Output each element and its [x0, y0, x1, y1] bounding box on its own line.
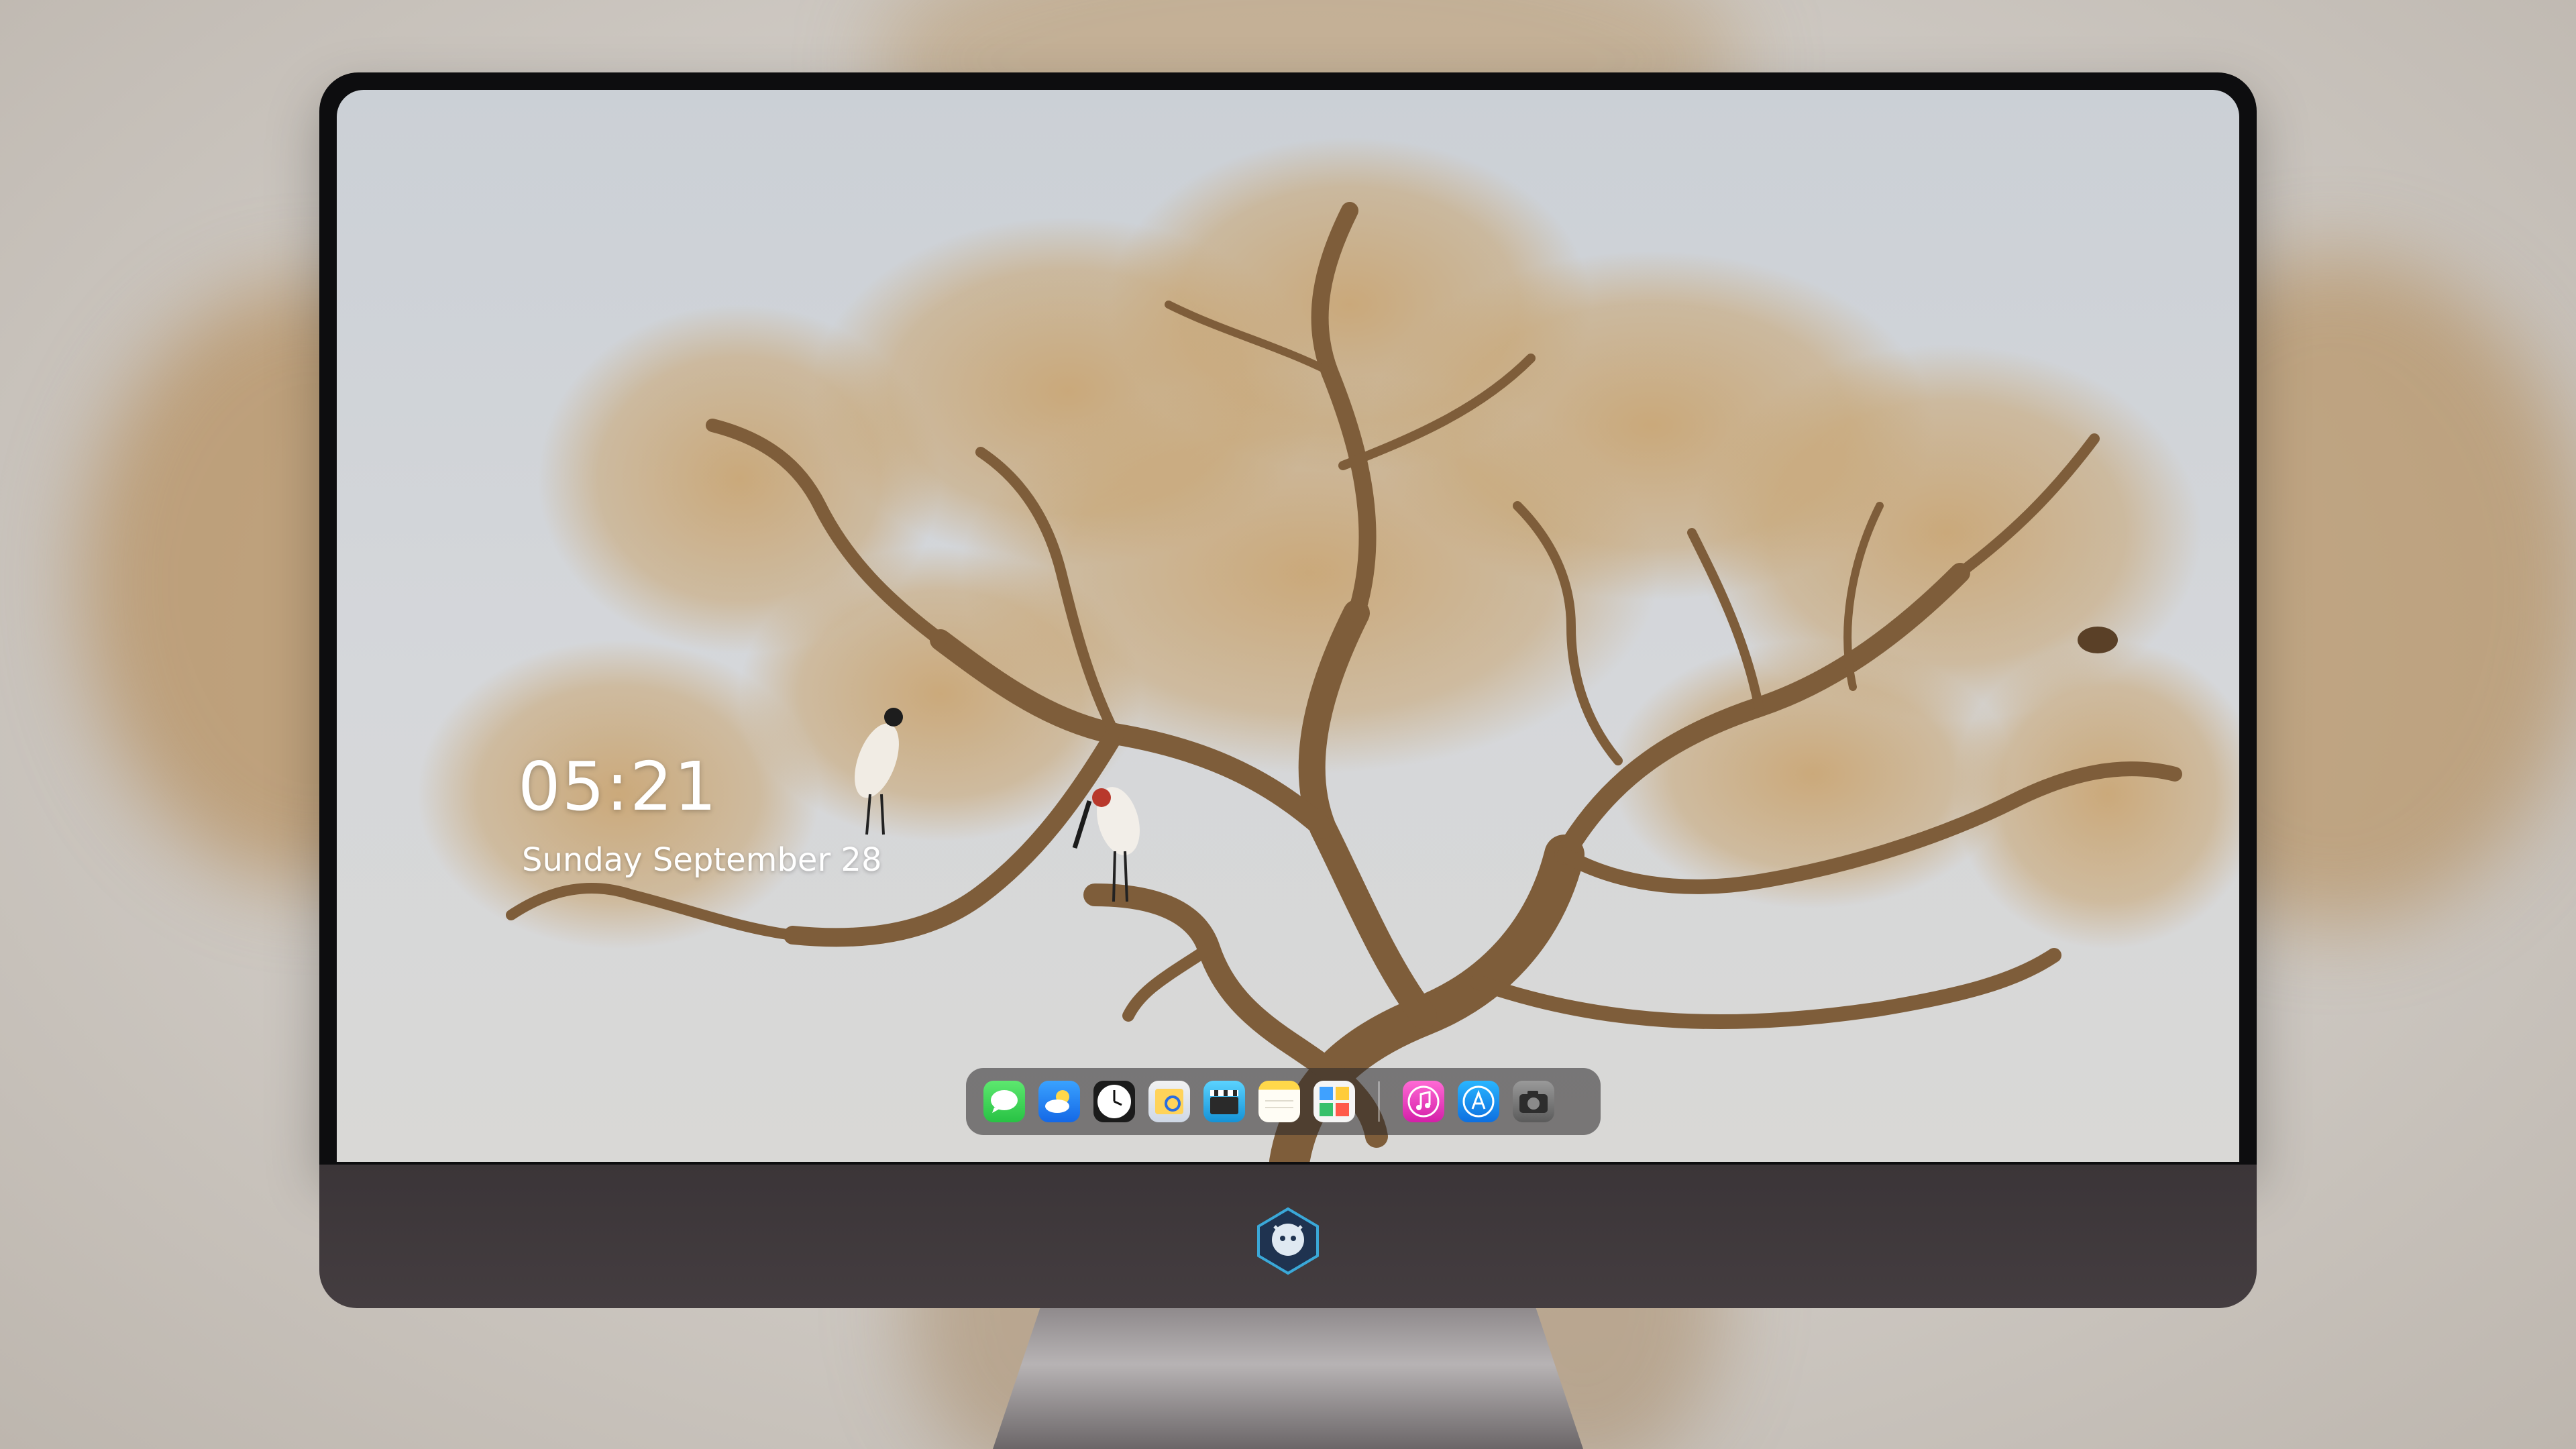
tree-wallpaper — [417, 137, 2239, 1162]
app-store-icon[interactable] — [1458, 1081, 1499, 1122]
photos-icon[interactable] — [1313, 1081, 1355, 1122]
sun-cloud-icon — [1045, 1090, 1069, 1113]
lock-screen-time: 05:21 — [518, 747, 718, 826]
preview-glass-icon — [1155, 1089, 1183, 1114]
lock-screen-date: Sunday September 28 — [522, 841, 882, 879]
music-note-icon — [1407, 1085, 1440, 1118]
monitor-chin — [319, 1165, 2257, 1308]
camera-lens-icon — [1519, 1091, 1548, 1113]
dock — [966, 1068, 1601, 1135]
weather-icon[interactable] — [1038, 1081, 1080, 1122]
clapperboard-icon — [1210, 1090, 1238, 1114]
camera-icon[interactable] — [1513, 1081, 1554, 1122]
video-editor-icon[interactable] — [1203, 1081, 1245, 1122]
bird-nest — [2078, 627, 2118, 653]
brand-logo-icon — [1257, 1207, 1319, 1275]
app-store-a-icon — [1462, 1085, 1495, 1118]
messages-bubble-icon — [991, 1090, 1018, 1113]
clock-face-icon — [1097, 1085, 1131, 1118]
screen: 05:21 Sunday September 28 — [337, 90, 2239, 1162]
notes-icon[interactable] — [1258, 1081, 1300, 1122]
dock-separator — [1378, 1081, 1380, 1122]
stork-right — [1072, 787, 1140, 902]
notes-lines-icon — [1265, 1100, 1293, 1108]
monitor-stand — [993, 1308, 1583, 1449]
preview-icon[interactable] — [1148, 1081, 1190, 1122]
messages-icon[interactable] — [983, 1081, 1025, 1122]
monitor-bezel: 05:21 Sunday September 28 — [319, 72, 2257, 1167]
music-icon[interactable] — [1403, 1081, 1444, 1122]
monitor: 05:21 Sunday September 28 — [319, 72, 2257, 1308]
photo-grid-icon — [1320, 1087, 1349, 1116]
clock-icon[interactable] — [1093, 1081, 1135, 1122]
